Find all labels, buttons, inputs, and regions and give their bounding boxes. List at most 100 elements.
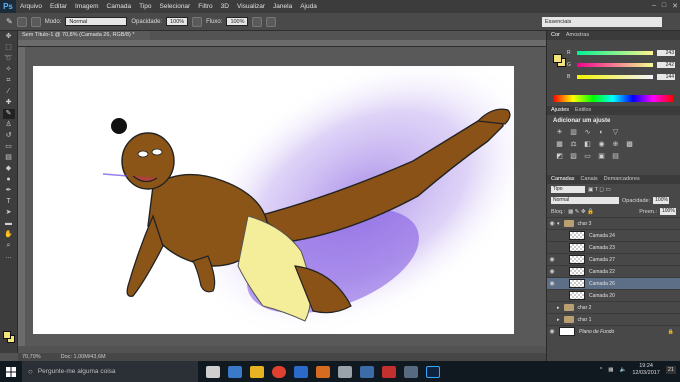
quick-select-tool-icon[interactable]: ✧ [3, 65, 15, 75]
blend-mode-select[interactable]: Normal [551, 197, 619, 204]
path-select-tool-icon[interactable]: ➤ [3, 208, 15, 218]
zoom-readout[interactable]: 70,79% [22, 354, 41, 360]
eraser-tool-icon[interactable]: ▭ [3, 142, 15, 152]
tab-layers[interactable]: Camadas [551, 175, 575, 184]
green-slider[interactable] [577, 63, 653, 67]
threshold-icon[interactable]: ▭ [583, 153, 592, 161]
hue-saturation-icon[interactable]: ▦ [555, 141, 564, 149]
maximize-icon[interactable]: □ [662, 2, 666, 10]
opacity-input[interactable]: 100% [166, 17, 189, 26]
menu-item-7[interactable]: 3D [217, 3, 233, 10]
taskbar-search[interactable]: ○ Pergunte-me alguma coisa [22, 361, 198, 382]
layer-row[interactable]: Camada 20 [547, 289, 680, 301]
chrome-icon[interactable] [272, 365, 286, 378]
tab-adjustments[interactable]: Ajustes [551, 106, 569, 115]
green-value-input[interactable]: 242 [657, 62, 675, 68]
layer-kind-filter[interactable]: Tipo [551, 186, 585, 193]
group-chevron-icon[interactable]: ▸ [557, 317, 560, 323]
minimize-icon[interactable]: – [652, 2, 656, 10]
menu-item-2[interactable]: Imagem [71, 3, 102, 10]
layer-row[interactable]: ◉ ▾ char 3 [547, 217, 680, 229]
invert-icon[interactable]: ◩ [555, 153, 564, 161]
menu-item-6[interactable]: Filtro [194, 3, 216, 10]
visibility-eye-icon[interactable]: ◉ [547, 328, 557, 335]
layer-row[interactable]: ◉ Camada 26 [547, 277, 680, 289]
visibility-eye-icon[interactable]: ◉ [547, 256, 557, 263]
mode-select[interactable]: Normal [65, 17, 128, 26]
tab-channels[interactable]: Canais [581, 175, 598, 184]
layer-row[interactable]: ◉ Camada 27 [547, 253, 680, 265]
network-icon[interactable]: ▦ [608, 367, 613, 373]
menu-item-1[interactable]: Editar [46, 3, 71, 10]
blur-tool-icon[interactable]: ◆ [3, 164, 15, 174]
color-fg-chip[interactable] [553, 54, 562, 63]
red-value-input[interactable]: 243 [657, 50, 675, 56]
visibility-eye-icon[interactable]: ◉ [547, 280, 557, 287]
brush-preset-picker[interactable] [16, 16, 27, 27]
app-icon[interactable] [316, 365, 330, 378]
crop-tool-icon[interactable]: ⌗ [3, 76, 15, 86]
pressure-size-icon[interactable] [266, 16, 277, 27]
stamp-tool-icon[interactable]: ♙ [3, 120, 15, 130]
workspace-select[interactable]: Essenciais [542, 17, 662, 27]
selective-color-icon[interactable]: ▣ [597, 153, 606, 161]
history-brush-tool-icon[interactable]: ↺ [3, 131, 15, 141]
layer-row[interactable]: ◉ Plano de Fundo 🔒 [547, 325, 680, 337]
tab-paths[interactable]: Demarcadores [604, 175, 640, 184]
brush-tool-icon[interactable]: ✎ [2, 109, 15, 119]
close-icon[interactable]: ✕ [672, 2, 678, 10]
brush-tool-icon[interactable]: ✎ [6, 17, 13, 26]
lasso-tool-icon[interactable]: ➰ [3, 54, 15, 64]
layer-row[interactable]: ▸ char 2 [547, 301, 680, 313]
gradient-tool-icon[interactable]: ▤ [3, 153, 15, 163]
flow-input[interactable]: 100% [226, 17, 249, 26]
red-slider[interactable] [577, 51, 653, 55]
store-icon[interactable] [294, 365, 308, 378]
brightness-icon[interactable]: ☀ [555, 129, 564, 137]
exposure-icon[interactable]: ◐ [597, 129, 606, 137]
app-icon-2[interactable] [338, 365, 352, 378]
menu-item-9[interactable]: Janela [269, 3, 296, 10]
app-icon-5[interactable] [404, 365, 418, 378]
type-tool-icon[interactable]: T [3, 197, 15, 207]
photo-filter-icon[interactable]: ◉ [597, 141, 606, 149]
hand-tool-icon[interactable]: ✋ [3, 230, 15, 240]
menu-item-4[interactable]: Tipo [135, 3, 155, 10]
more-tools-icon[interactable]: … [3, 252, 15, 262]
visibility-eye-icon[interactable]: ◉ [547, 220, 557, 227]
group-chevron-icon[interactable]: ▸ [557, 305, 560, 311]
clock[interactable]: 19:24 12/03/2017 [632, 363, 660, 377]
brush-panel-toggle-icon[interactable] [30, 16, 41, 27]
curves-icon[interactable]: ∿ [583, 129, 592, 137]
layer-row[interactable]: ◉ Camada 22 [547, 265, 680, 277]
menu-item-5[interactable]: Selecionar [156, 3, 195, 10]
gradient-map-icon[interactable]: ▤ [611, 153, 620, 161]
photoshop-taskbar-icon[interactable] [426, 365, 440, 378]
black-white-icon[interactable]: ◧ [583, 141, 592, 149]
layer-opacity-input[interactable]: 100% [653, 197, 670, 204]
menu-item-0[interactable]: Arquivo [16, 3, 46, 10]
color-lookup-icon[interactable]: ▩ [625, 141, 634, 149]
notifications-badge[interactable]: 21 [665, 366, 676, 374]
app-icon-3[interactable] [360, 365, 374, 378]
airbrush-icon[interactable] [252, 16, 263, 27]
app-icon-4[interactable] [382, 365, 396, 378]
volume-icon[interactable]: 🔈 [619, 367, 626, 373]
lock-icons[interactable]: ▦ ✎ ✥ 🔒 [568, 209, 594, 215]
layer-row[interactable]: Camada 24 [547, 229, 680, 241]
levels-icon[interactable]: ▥ [569, 129, 578, 137]
layer-row[interactable]: ▸ char 1 [547, 313, 680, 325]
color-spectrum[interactable] [553, 95, 673, 102]
tab-styles[interactable]: Estilos [575, 106, 591, 115]
task-view-icon[interactable] [206, 365, 220, 378]
channel-mixer-icon[interactable]: ⊕ [611, 141, 620, 149]
marquee-tool-icon[interactable]: ⬚ [3, 43, 15, 53]
edge-icon[interactable] [228, 365, 242, 378]
move-tool-icon[interactable]: ✥ [3, 32, 15, 42]
vibrance-icon[interactable]: ▽ [611, 129, 620, 137]
tab-swatches[interactable]: Amostras [566, 31, 589, 40]
blue-slider[interactable] [577, 75, 653, 79]
fill-input[interactable]: 100% [660, 208, 676, 215]
foreground-color-swatch[interactable] [3, 331, 11, 339]
shape-tool-icon[interactable]: ▬ [3, 219, 15, 229]
